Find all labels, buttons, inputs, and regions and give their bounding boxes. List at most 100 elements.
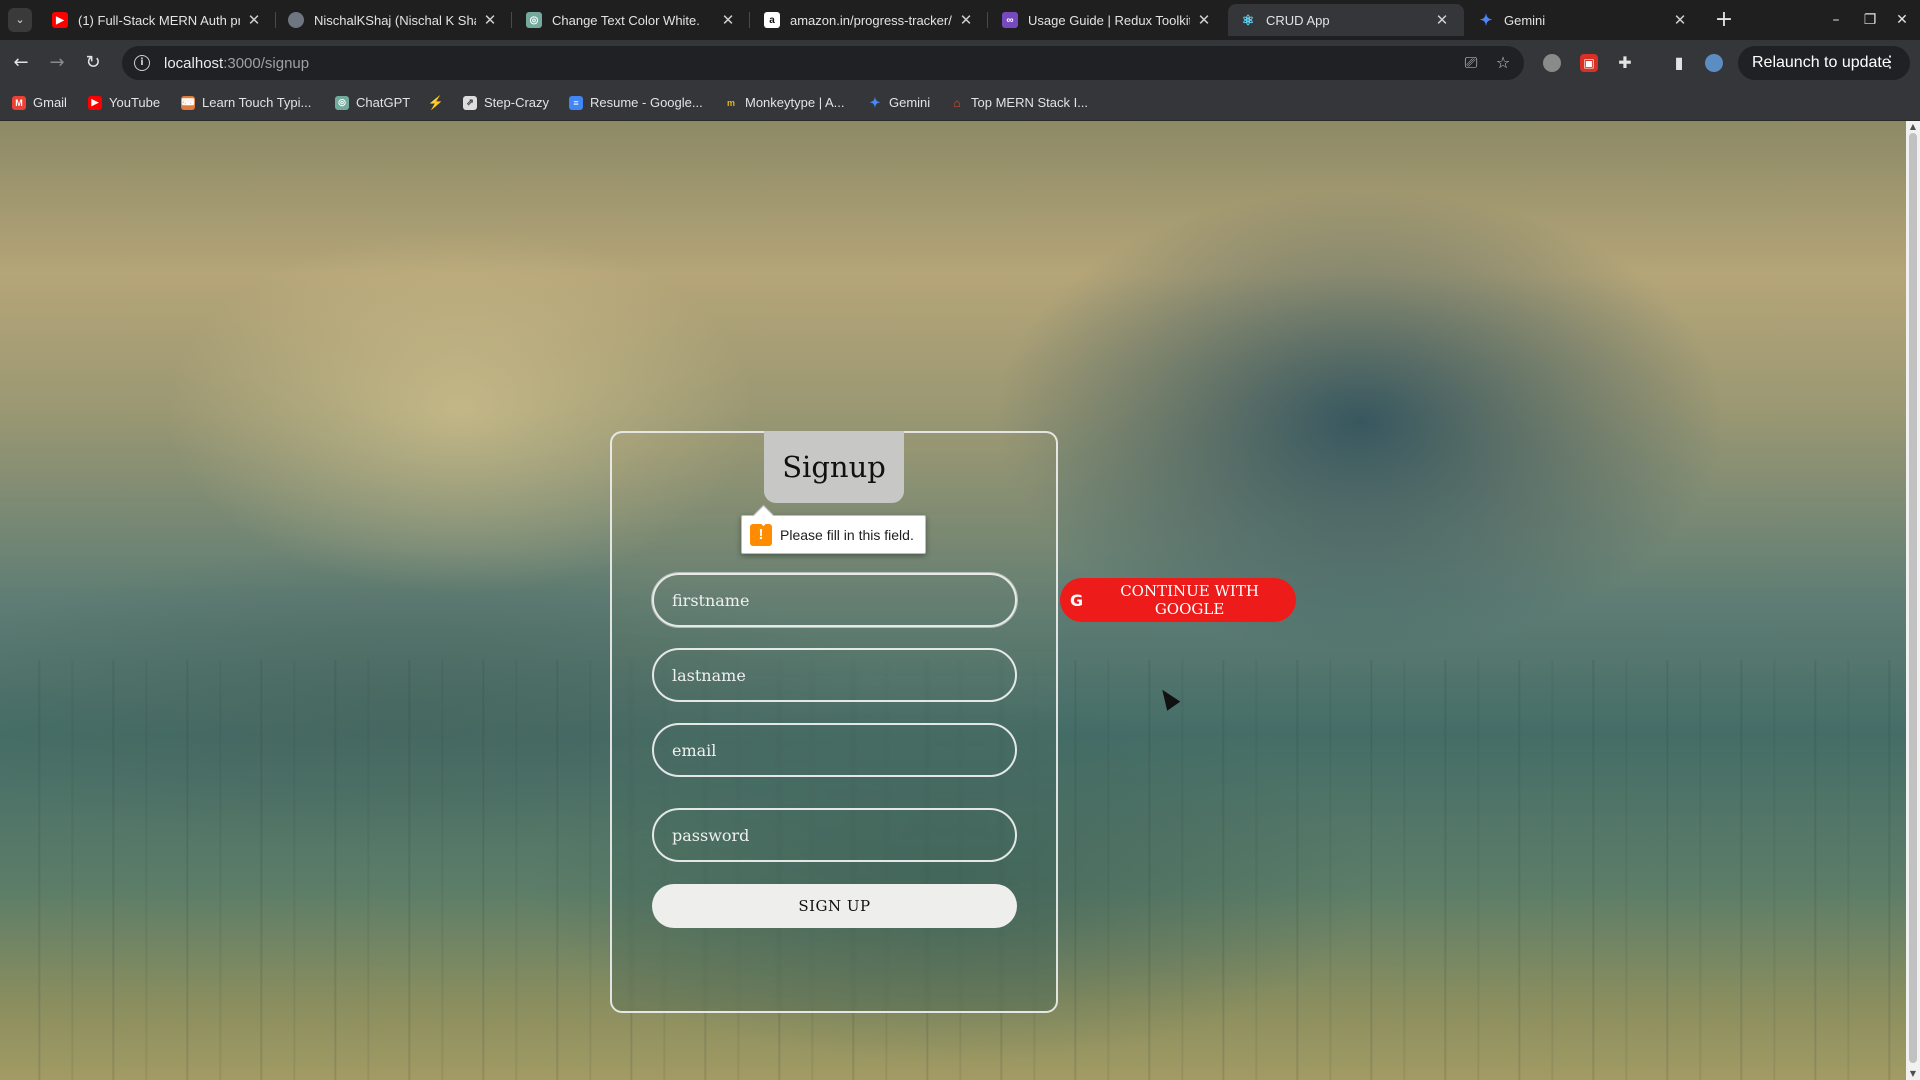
- gemini-icon: ✦: [1479, 12, 1493, 29]
- tab-gemini[interactable]: ✦ Gemini ✕: [1466, 4, 1702, 36]
- tab-amazon[interactable]: a amazon.in/progress-tracker/ ✕: [752, 4, 988, 36]
- relaunch-label: Relaunch to update: [1752, 54, 1891, 71]
- url-text: localhost:3000/signup: [164, 55, 309, 72]
- gemini-icon: ✦: [869, 94, 881, 110]
- bookmark-label: Step-Crazy: [484, 95, 550, 110]
- browser-toolbar: ← → ↻ i localhost:3000/signup ⎚ ☆ ▣ ✚ ▮ …: [0, 40, 1920, 85]
- email-input[interactable]: [652, 723, 1017, 777]
- signup-button[interactable]: SIGN UP: [652, 884, 1017, 928]
- google-icon: G: [1070, 590, 1084, 610]
- tab-title: NischalKShaj (Nischal K Shaj): [314, 12, 476, 28]
- page-scrollbar[interactable]: ▲ ▼: [1906, 121, 1920, 1080]
- bookmark-gmail[interactable]: M Gmail: [12, 85, 67, 120]
- validation-tooltip: ! Please fill in this field.: [741, 504, 926, 554]
- google-signin-button[interactable]: G CONTINUE WITH GOOGLE: [1060, 578, 1296, 622]
- profile-avatar-icon[interactable]: [1705, 54, 1723, 72]
- tab-title: amazon.in/progress-tracker/: [790, 12, 952, 28]
- tab-youtube[interactable]: ▶ (1) Full-Stack MERN Auth pro ✕: [40, 4, 276, 36]
- step-icon: ⇗: [463, 95, 477, 110]
- url-host: localhost: [164, 54, 224, 72]
- close-icon[interactable]: ✕: [246, 11, 262, 29]
- google-button-label: CONTINUE WITH GOOGLE: [1120, 582, 1259, 618]
- bookmark-youtube[interactable]: ▶ YouTube: [88, 85, 160, 120]
- bookmark-bolt[interactable]: ⚡: [427, 85, 450, 120]
- typing-icon: ⌨: [181, 95, 195, 110]
- site-info-icon[interactable]: i: [134, 55, 150, 71]
- firstname-input[interactable]: [652, 573, 1017, 627]
- tab-chatgpt[interactable]: ◎ Change Text Color White. ✕: [514, 4, 750, 36]
- amazon-icon: a: [764, 12, 780, 28]
- bookmark-label: Learn Touch Typi...: [202, 95, 312, 110]
- bookmark-label: Gmail: [33, 95, 67, 110]
- scrollbar-thumb[interactable]: [1909, 133, 1917, 1063]
- close-icon[interactable]: ✕: [482, 11, 498, 29]
- chatgpt-icon: ◎: [335, 95, 349, 110]
- close-icon[interactable]: ✕: [1434, 11, 1450, 29]
- bolt-icon: ⚡: [427, 94, 445, 110]
- bookmark-typing[interactable]: ⌨ Learn Touch Typi...: [181, 85, 311, 120]
- install-app-icon[interactable]: ⎚: [1460, 52, 1482, 74]
- minimize-button[interactable]: –: [1818, 6, 1854, 34]
- extension-icon[interactable]: ▣: [1580, 54, 1598, 72]
- bookmark-label: YouTube: [109, 95, 161, 110]
- close-icon[interactable]: ✕: [958, 11, 974, 29]
- new-tab-button[interactable]: +: [1708, 4, 1740, 36]
- bookmark-step-crazy[interactable]: ⇗ Step-Crazy: [463, 85, 549, 120]
- back-icon[interactable]: ←: [6, 48, 36, 78]
- extension-profile-icon[interactable]: [1543, 54, 1561, 72]
- tab-github[interactable]: NischalKShaj (Nischal K Shaj) ✕: [276, 4, 512, 36]
- relaunch-button[interactable]: Relaunch to update ⋮: [1738, 46, 1910, 80]
- tab-redux[interactable]: ∞ Usage Guide | Redux Toolkit ✕: [990, 4, 1226, 36]
- page-title: Signup: [764, 431, 904, 503]
- redux-icon: ∞: [1002, 12, 1018, 28]
- monkeytype-icon: m: [726, 97, 735, 108]
- close-icon[interactable]: ✕: [720, 11, 736, 29]
- tab-title: Change Text Color White.: [552, 12, 700, 28]
- docs-icon: ≡: [569, 95, 583, 110]
- address-bar[interactable]: i localhost:3000/signup ⎚ ☆: [122, 46, 1524, 80]
- react-icon: ⚛: [1241, 11, 1255, 28]
- youtube-icon: ▶: [52, 12, 68, 28]
- gmail-icon: M: [12, 95, 26, 110]
- bookmark-label: ChatGPT: [356, 95, 411, 110]
- bookmark-chatgpt[interactable]: ◎ ChatGPT: [335, 85, 410, 120]
- chatgpt-icon: ◎: [526, 12, 542, 28]
- validation-message: Please fill in this field.: [780, 526, 914, 543]
- tab-title: Gemini: [1504, 12, 1546, 28]
- more-menu-icon[interactable]: ⋮: [1882, 46, 1898, 80]
- bookmark-label: Gemini: [889, 95, 931, 110]
- close-icon[interactable]: ✕: [1196, 11, 1212, 29]
- scroll-up-icon[interactable]: ▲: [1906, 121, 1920, 133]
- forward-icon[interactable]: →: [42, 48, 72, 78]
- extensions-puzzle-icon[interactable]: ✚: [1616, 54, 1634, 72]
- github-icon: [288, 12, 304, 28]
- bookmark-label: Monkeytype | A...: [745, 95, 845, 110]
- tab-crud-app[interactable]: ⚛ CRUD App ✕: [1228, 4, 1464, 36]
- bookmarks-bar: M Gmail ▶ YouTube ⌨ Learn Touch Typi... ◎ Ch…: [0, 85, 1920, 121]
- scroll-down-icon[interactable]: ▼: [1906, 1068, 1920, 1080]
- bookmark-label: Resume - Google...: [590, 95, 703, 110]
- bookmark-resume[interactable]: ≡ Resume - Google...: [569, 85, 703, 120]
- tab-strip: ⌄ ▶ (1) Full-Stack MERN Auth pro ✕ Nisch…: [0, 0, 1920, 40]
- restore-button[interactable]: ❐: [1852, 6, 1888, 34]
- reload-icon[interactable]: ↻: [78, 48, 108, 78]
- bookmark-mern[interactable]: ⌂ Top MERN Stack I...: [950, 85, 1088, 120]
- youtube-icon: ▶: [88, 95, 102, 110]
- close-icon[interactable]: ✕: [1672, 11, 1688, 29]
- side-panel-icon[interactable]: ▮: [1670, 54, 1688, 72]
- close-window-button[interactable]: ✕: [1884, 6, 1920, 34]
- url-path: :3000/signup: [223, 54, 310, 72]
- warning-icon: !: [750, 523, 772, 546]
- bookmark-label: Top MERN Stack I...: [971, 95, 1089, 110]
- bookmark-star-icon[interactable]: ☆: [1492, 52, 1514, 74]
- page-viewport: Signup SIGN UP G CONTINUE WITH GOOGLE ! …: [0, 121, 1906, 1080]
- mern-icon: ⌂: [953, 95, 961, 110]
- password-input[interactable]: [652, 808, 1017, 862]
- bookmark-gemini[interactable]: ✦ Gemini: [868, 85, 931, 120]
- lastname-input[interactable]: [652, 648, 1017, 702]
- tab-title: Usage Guide | Redux Toolkit: [1028, 12, 1190, 28]
- tab-title: (1) Full-Stack MERN Auth pro: [78, 12, 240, 28]
- chevron-down-icon[interactable]: ⌄: [8, 8, 32, 32]
- bookmark-monkeytype[interactable]: m Monkeytype | A...: [724, 85, 845, 120]
- tab-title: CRUD App: [1266, 12, 1330, 28]
